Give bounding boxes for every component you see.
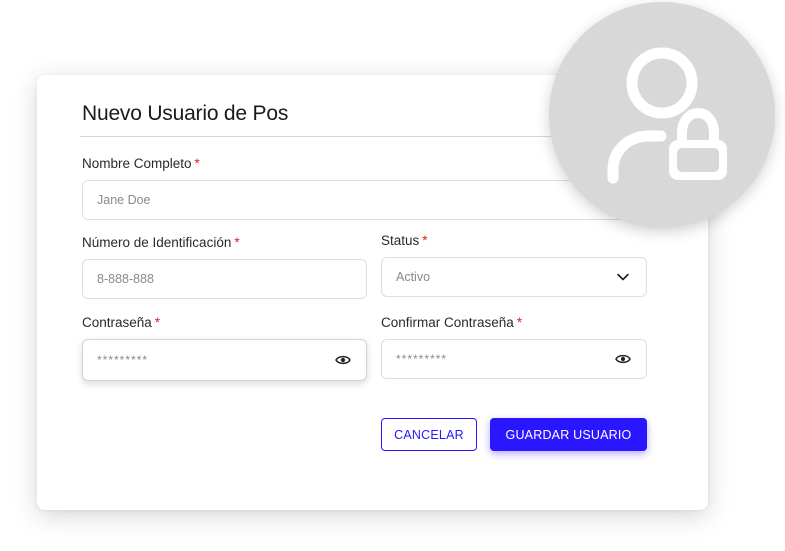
status-label-text: Status <box>381 233 420 248</box>
status-label: Status * <box>381 233 428 248</box>
avatar-decoration <box>549 2 775 228</box>
password-label: Contraseña * <box>82 315 160 330</box>
cancel-button[interactable]: CANCELAR <box>381 418 477 451</box>
id-number-label: Número de Identificación * <box>82 235 240 250</box>
password-value: ********* <box>97 353 149 367</box>
id-number-input[interactable]: 8-888-888 <box>82 259 367 299</box>
save-user-button[interactable]: GUARDAR USUARIO <box>490 418 647 451</box>
status-selected-value: Activo <box>396 270 431 284</box>
confirm-password-value: ********* <box>396 352 448 366</box>
user-lock-icon <box>607 47 727 184</box>
full-name-label-text: Nombre Completo <box>82 156 192 171</box>
status-select[interactable]: Activo <box>381 257 647 297</box>
id-number-placeholder: 8-888-888 <box>97 272 154 286</box>
eye-icon[interactable] <box>334 351 352 369</box>
required-mark: * <box>234 235 240 250</box>
chevron-down-icon <box>614 268 632 286</box>
required-mark: * <box>154 315 161 330</box>
required-mark: * <box>516 315 523 330</box>
id-number-label-text: Número de Identificación <box>82 235 232 250</box>
confirm-password-label-text: Confirmar Contraseña <box>381 315 514 330</box>
confirm-password-label: Confirmar Contraseña * <box>381 315 522 330</box>
password-input[interactable]: ********* <box>82 339 367 381</box>
required-mark: * <box>422 233 428 248</box>
required-mark: * <box>194 156 200 171</box>
form-title: Nuevo Usuario de Pos <box>82 102 289 125</box>
eye-icon[interactable] <box>614 350 632 368</box>
password-label-text: Contraseña <box>82 315 152 330</box>
stage: Nuevo Usuario de Pos Nombre Completo * Ja… <box>0 0 785 551</box>
full-name-label: Nombre Completo * <box>82 156 200 171</box>
confirm-password-input[interactable]: ********* <box>381 339 647 379</box>
